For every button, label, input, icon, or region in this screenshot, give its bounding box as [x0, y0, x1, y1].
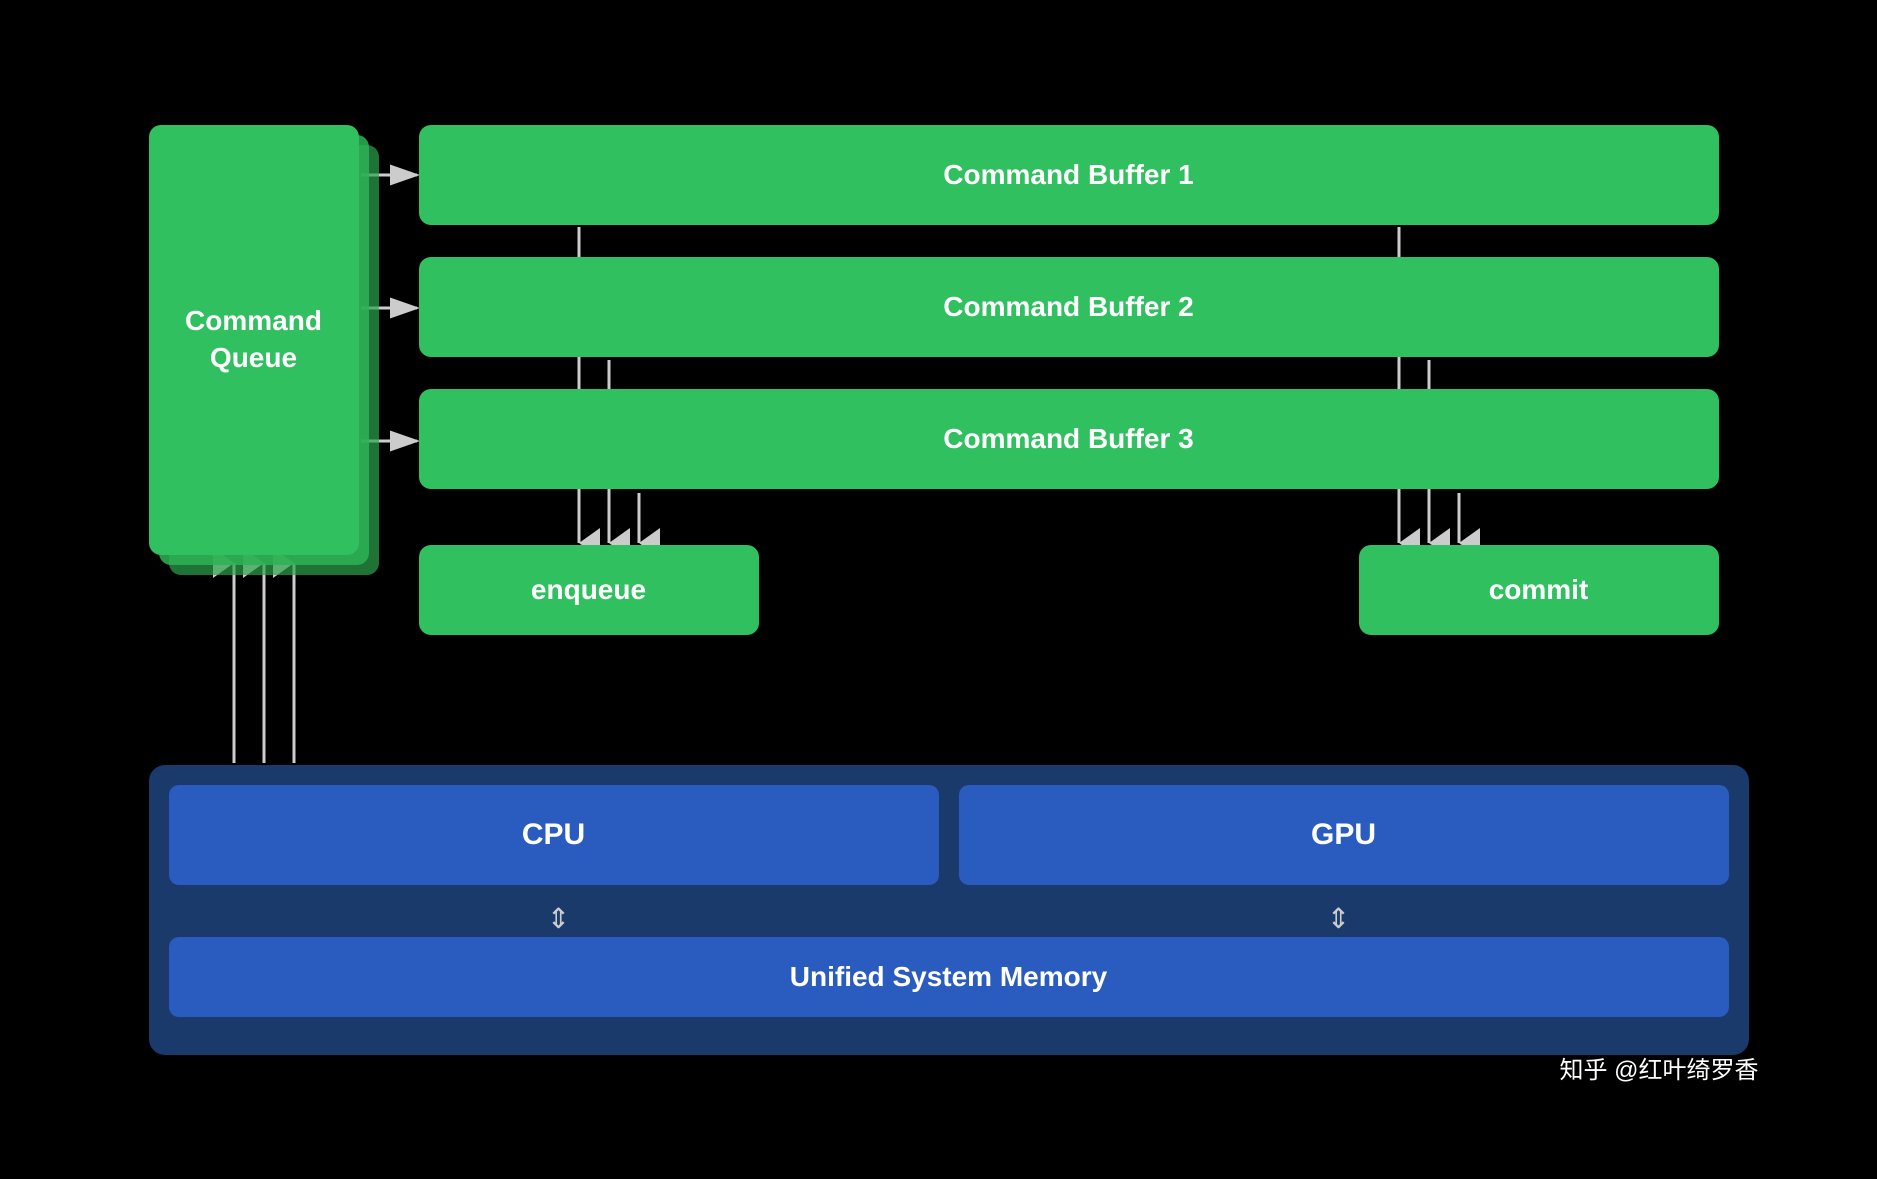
- commit-box: commit: [1359, 545, 1719, 635]
- processor-row: CPU GPU: [169, 785, 1729, 885]
- command-queue-card-front: Command Queue: [149, 125, 359, 555]
- action-boxes: enqueue commit: [419, 545, 1719, 635]
- gpu-box: GPU: [959, 785, 1729, 885]
- system-area: CPU GPU ⇕ ⇕ Unified System Memory: [149, 765, 1749, 1055]
- cpu-memory-arrow: ⇕: [184, 902, 933, 935]
- command-buffer-2: Command Buffer 2: [419, 257, 1719, 357]
- buffers-section: Command Buffer 1 Command Buffer 2 Comman…: [419, 125, 1719, 521]
- command-queue-stack: Command Queue: [149, 125, 359, 585]
- enqueue-box: enqueue: [419, 545, 759, 635]
- watermark: 知乎 @红叶绮罗香: [1559, 1050, 1758, 1085]
- cpu-box: CPU: [169, 785, 939, 885]
- unified-memory-box: Unified System Memory: [169, 937, 1729, 1017]
- command-buffer-1: Command Buffer 1: [419, 125, 1719, 225]
- gpu-memory-arrow: ⇕: [964, 902, 1713, 935]
- command-queue-label: Command Queue: [185, 303, 322, 376]
- command-buffer-3: Command Buffer 3: [419, 389, 1719, 489]
- diagram-container: Command Queue Command Buffer 1 Command B…: [89, 65, 1789, 1115]
